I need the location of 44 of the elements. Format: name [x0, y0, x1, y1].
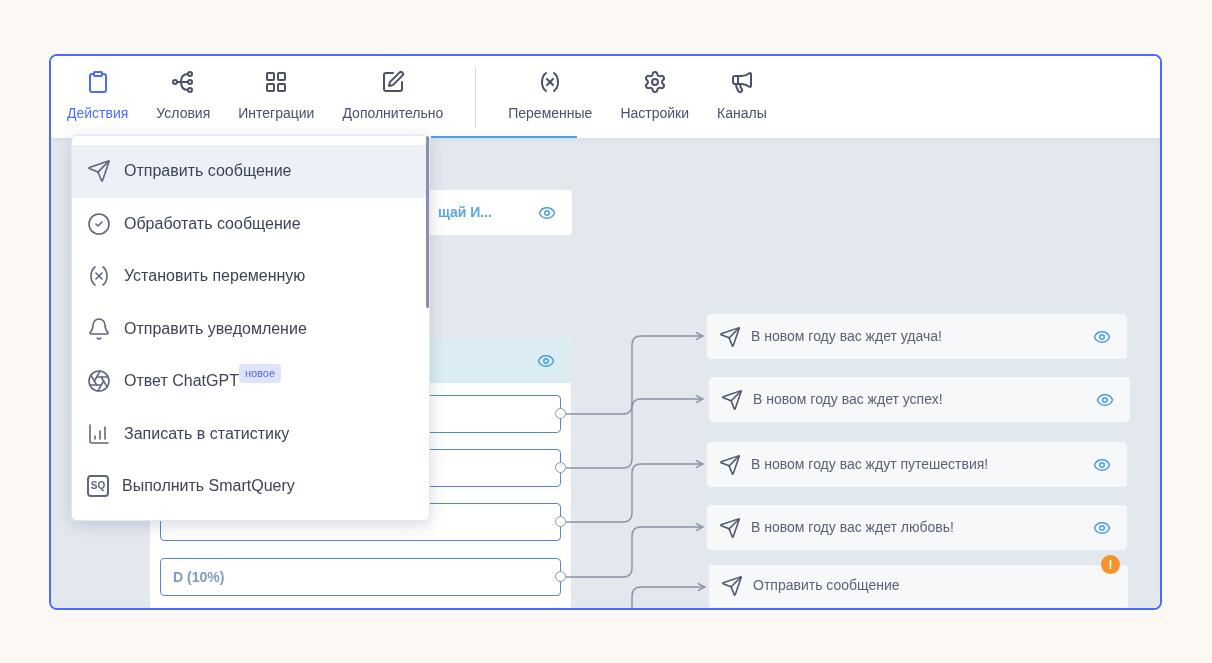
grid-icon: [264, 70, 289, 94]
message-node[interactable]: В новом году вас ждет любовь!: [707, 505, 1127, 550]
sq-icon: SQ: [87, 475, 109, 498]
message-node[interactable]: В новом году вас ждут путешествия!: [707, 442, 1127, 487]
bell-icon: [87, 316, 111, 341]
toolbar-tab[interactable]: Действия: [53, 56, 143, 138]
paper-plane-icon: [719, 325, 741, 348]
message-node[interactable]: В новом году вас ждет удача!: [707, 314, 1127, 359]
menu-item[interactable]: Отправить сообщение: [72, 145, 429, 198]
variable-icon: [87, 264, 111, 289]
toolbar-tab[interactable]: Каналы: [703, 56, 781, 138]
toolbar-tab[interactable]: Настройки: [606, 56, 704, 138]
toolbar-tab[interactable]: Дополнительно: [328, 56, 458, 138]
toolbar-tab[interactable]: Интеграции: [224, 56, 329, 138]
connector-port[interactable]: [555, 571, 566, 582]
toolbar-tab[interactable]: Переменные: [494, 56, 607, 138]
branch-icon: [171, 70, 196, 94]
message-node[interactable]: В новом году вас ждет успех!: [709, 377, 1130, 422]
toolbar-tab[interactable]: Условия: [142, 56, 225, 138]
connector-port[interactable]: [555, 408, 566, 419]
message-text: В новом году вас ждут путешествия!: [751, 455, 990, 474]
megaphone-icon: [729, 70, 754, 94]
menu-item[interactable]: Записать в статистику: [72, 407, 429, 460]
message-text: Отправить сообщение: [753, 576, 901, 595]
paper-plane-icon: [719, 453, 741, 476]
chart-icon: [87, 421, 111, 446]
settings-icon: [642, 70, 667, 94]
menu-item[interactable]: SQ Выполнить SmartQuery: [72, 460, 429, 513]
menu-item[interactable]: Отправить уведомление: [72, 302, 429, 355]
pencil-square-icon: [380, 70, 405, 94]
paper-plane-icon: [87, 159, 111, 184]
paper-plane-icon: [721, 388, 743, 411]
paper-plane-icon: [719, 516, 741, 539]
connector-port[interactable]: [555, 462, 566, 473]
branch-label: D (10%): [173, 567, 225, 587]
message-text: В новом году вас ждет любовь!: [751, 518, 955, 537]
paper-plane-icon: [721, 575, 743, 597]
check-circle-icon: [87, 211, 111, 236]
menu-item[interactable]: Ответ ChatGPT новое: [72, 355, 429, 408]
new-badge: новое: [238, 364, 282, 383]
message-text: В новом году вас ждет удача!: [751, 327, 943, 346]
message-text: В новом году вас ждет успех!: [753, 390, 944, 409]
connector-port[interactable]: [555, 516, 566, 527]
node-title: щай И...: [438, 203, 492, 222]
